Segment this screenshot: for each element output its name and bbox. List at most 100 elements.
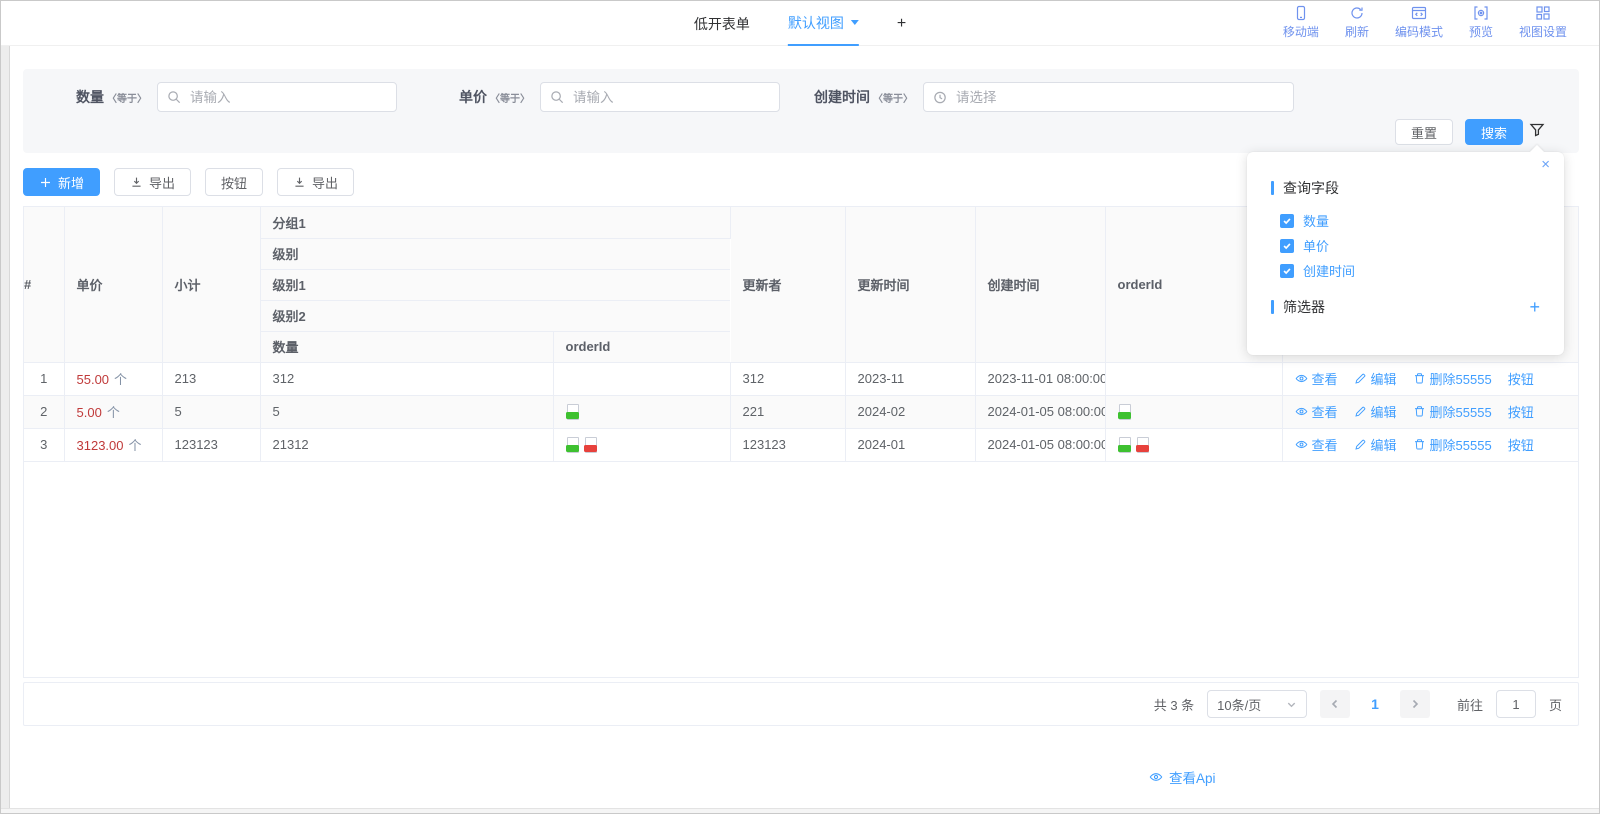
price-value: 5.00 [77,405,102,420]
header-level2: 级别2 [260,300,730,331]
search-button[interactable]: 搜索 [1465,119,1523,145]
cell-index: 1 [24,362,64,395]
export-button-1[interactable]: 导出 [114,168,191,196]
mobile-icon [1293,5,1309,21]
row-button-link[interactable]: 按钮 [1508,369,1534,388]
delete-link[interactable]: 删除55555 [1413,435,1492,454]
delete-link-label: 删除55555 [1430,435,1492,454]
preview-button[interactable]: 预览 [1469,5,1493,40]
filter-create-time-operator[interactable]: 〈等于〉 [873,90,913,105]
xlsx-file-icon[interactable] [1118,437,1131,452]
trash-icon [1413,405,1426,418]
row-button-link[interactable]: 按钮 [1508,435,1534,454]
edit-link-label: 编辑 [1371,435,1397,454]
filter-buttons: 重置 搜索 [1395,119,1523,145]
next-page-button[interactable] [1400,690,1430,718]
xlsx-file-icon[interactable] [566,437,579,452]
custom-button[interactable]: 按钮 [205,168,263,196]
filters-section: 筛选器 + [1271,297,1540,317]
refresh-button[interactable]: 刷新 [1345,5,1369,40]
cell-quantity: 5 [260,395,553,428]
price-input[interactable] [541,83,779,111]
cell-quantity: 21312 [260,428,553,461]
view-link-label: 查看 [1312,369,1338,388]
current-page[interactable]: 1 [1371,696,1379,712]
row-button-link[interactable]: 按钮 [1508,402,1534,421]
download-icon [293,176,306,189]
total-count: 共 3 条 [1154,695,1194,714]
cell-order-id [1105,428,1282,461]
export-button-1-label: 导出 [149,173,175,192]
query-fields-title: 查询字段 [1283,178,1339,198]
tab-default-view[interactable]: 默认视图 [788,1,859,46]
tab-form[interactable]: 低开表单 [694,1,750,46]
delete-link[interactable]: 删除55555 [1413,369,1492,388]
cell-create-time: 2024-01-05 08:00:00 [975,428,1105,461]
view-link-label: 查看 [1312,402,1338,421]
export-button-2[interactable]: 导出 [277,168,354,196]
edit-link[interactable]: 编辑 [1354,435,1397,454]
cell-updater: 221 [730,395,845,428]
view-link[interactable]: 查看 [1295,369,1338,388]
chevron-left-icon [1329,698,1341,710]
filter-price-operator[interactable]: 〈等于〉 [490,90,530,105]
edit-link[interactable]: 编辑 [1354,402,1397,421]
cell-create-time: 2024-01-05 08:00:00 [975,395,1105,428]
table-row: 2 5.00个 5 5 221 2024-02 2024-01-05 08:00… [24,395,1578,428]
cell-subtotal: 123123 [162,428,260,461]
checkbox-unit-price[interactable]: 单价 [1280,236,1564,255]
row-button-label: 按钮 [1508,402,1534,421]
reset-button[interactable]: 重置 [1395,119,1453,145]
pagination-bar: 共 3 条 10条/页 1 前往 页 [23,682,1579,726]
query-fields-checklist: 数量 单价 创建时间 [1280,211,1564,280]
pdf-file-icon[interactable] [584,437,597,452]
top-toolbar: 移动端 刷新 编码模式 预览 视图设置 [1283,5,1567,40]
pencil-icon [1354,372,1367,385]
view-link[interactable]: 查看 [1295,402,1338,421]
cell-create-time: 2023-11-01 08:00:00 [975,362,1105,395]
goto-page-input[interactable] [1496,690,1536,718]
xlsx-file-icon[interactable] [1118,404,1131,419]
edit-link[interactable]: 编辑 [1354,369,1397,388]
tab-add[interactable]: + [897,1,906,46]
cell-unit-price: 3123.00个 [64,428,162,461]
quantity-input[interactable] [158,83,396,111]
view-settings-button[interactable]: 视图设置 [1519,5,1567,40]
create-time-input[interactable] [924,83,1293,111]
search-icon [550,90,565,105]
checkbox-quantity[interactable]: 数量 [1280,211,1564,230]
cell-update-time: 2023-11 [845,362,975,395]
mobile-mode-button[interactable]: 移动端 [1283,5,1319,40]
prev-page-button[interactable] [1320,690,1350,718]
checkbox-checked-icon [1280,264,1294,278]
price-input-box [540,82,780,112]
view-link[interactable]: 查看 [1295,435,1338,454]
checkbox-create-time[interactable]: 创建时间 [1280,261,1564,280]
view-link-label: 查看 [1312,435,1338,454]
pdf-file-icon[interactable] [1136,437,1149,452]
table-row: 1 55.00个 213 312 312 2023-11 2023-11-01 … [24,362,1578,395]
cell-index: 3 [24,428,64,461]
cell-updater: 123123 [730,428,845,461]
header-group1: 分组1 [260,207,730,238]
xlsx-file-icon[interactable] [566,404,579,419]
header-level: 级别 [260,238,730,269]
goto-label: 前往 [1457,695,1483,714]
view-api-label: 查看Api [1169,767,1216,787]
close-icon[interactable]: × [1541,157,1550,172]
view-api-link[interactable]: 查看Api [1149,767,1216,787]
filter-price-label: 单价 [459,87,487,107]
delete-link[interactable]: 删除55555 [1413,402,1492,421]
code-mode-button[interactable]: 编码模式 [1395,5,1443,40]
page-size-select[interactable]: 10条/页 [1207,690,1307,718]
filter-field-create-time: 创建时间 〈等于〉 [814,82,1294,112]
pencil-icon [1354,405,1367,418]
cell-order-id [1105,395,1282,428]
filter-settings-button[interactable] [1529,122,1545,138]
cell-group-order-id [553,395,730,428]
price-unit: 个 [129,438,142,453]
search-icon [167,90,182,105]
add-filter-button[interactable]: + [1529,298,1540,316]
add-button[interactable]: 新增 [23,168,100,196]
filter-quantity-operator[interactable]: 〈等于〉 [107,90,147,105]
